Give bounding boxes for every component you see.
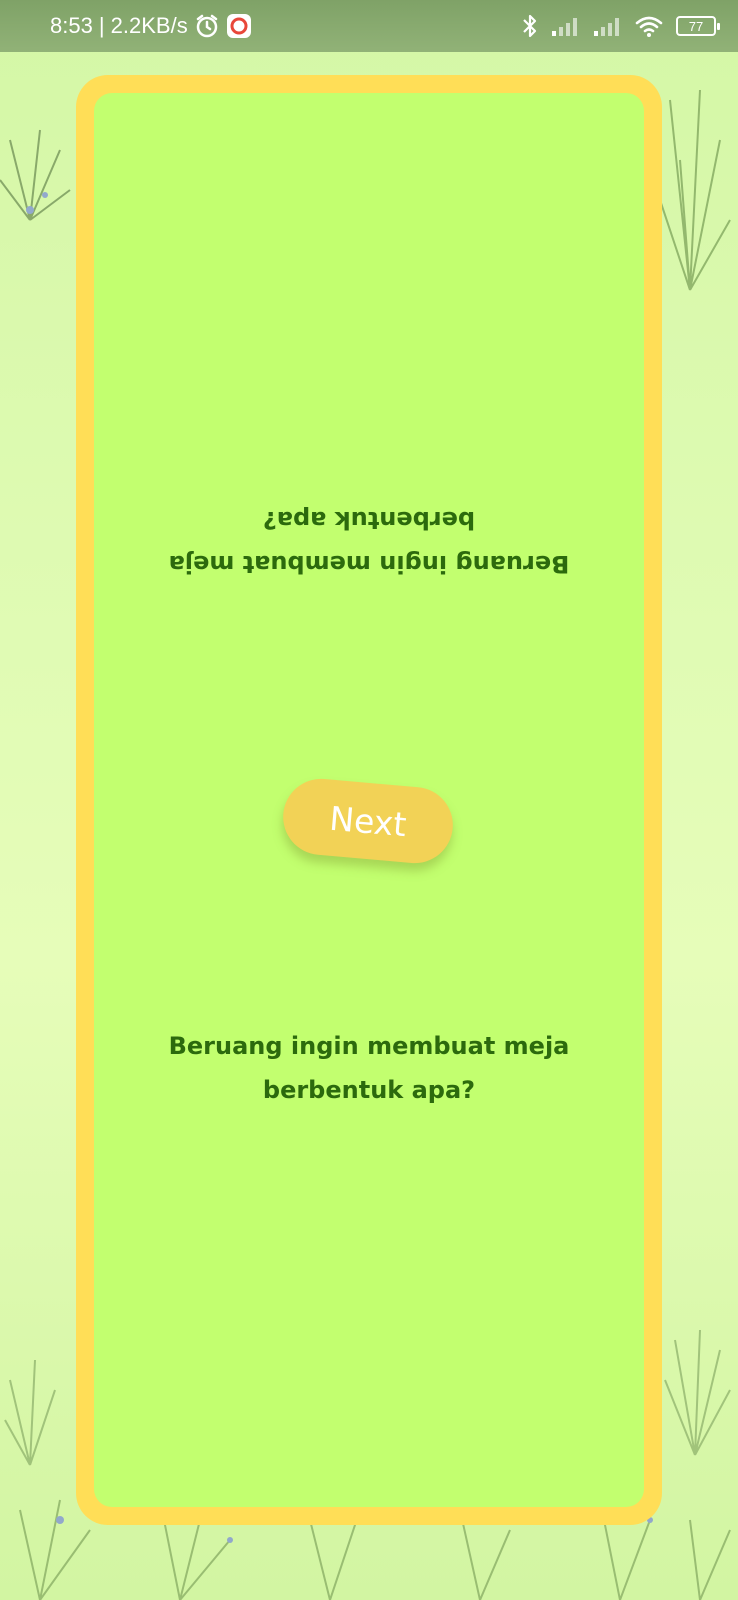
grass-decoration-icon [4, 1359, 56, 1466]
grass-decoration-icon [659, 89, 731, 291]
status-right: 77 [522, 13, 720, 39]
battery-level: 77 [688, 18, 704, 34]
status-bar: 8:53 | 2.2KB/s 77 [0, 0, 738, 52]
question-text-flipped: Beruang ingin membuat meja berbentuk apa… [168, 506, 570, 578]
next-button[interactable]: Next [280, 775, 456, 867]
question-text: Beruang ingin membuat meja berbentuk apa… [168, 1032, 570, 1104]
status-left: 8:53 | 2.2KB/s [50, 13, 252, 39]
grass-decoration-icon [664, 1329, 731, 1456]
battery-icon: 77 [676, 16, 720, 36]
network-speed: | 2.2KB/s [98, 13, 188, 38]
alarm-icon [194, 13, 220, 39]
bluetooth-icon [522, 13, 538, 39]
question-card-inner: Beruang ingin membuat meja berbentuk apa… [94, 93, 644, 1507]
signal-icon [592, 15, 622, 37]
wifi-icon [634, 14, 664, 38]
signal-icon [550, 15, 580, 37]
status-time: 8:53 [50, 13, 93, 38]
grass-decoration-icon [0, 129, 71, 221]
question-card: Beruang ingin membuat meja berbentuk apa… [76, 75, 662, 1525]
record-icon [226, 13, 252, 39]
